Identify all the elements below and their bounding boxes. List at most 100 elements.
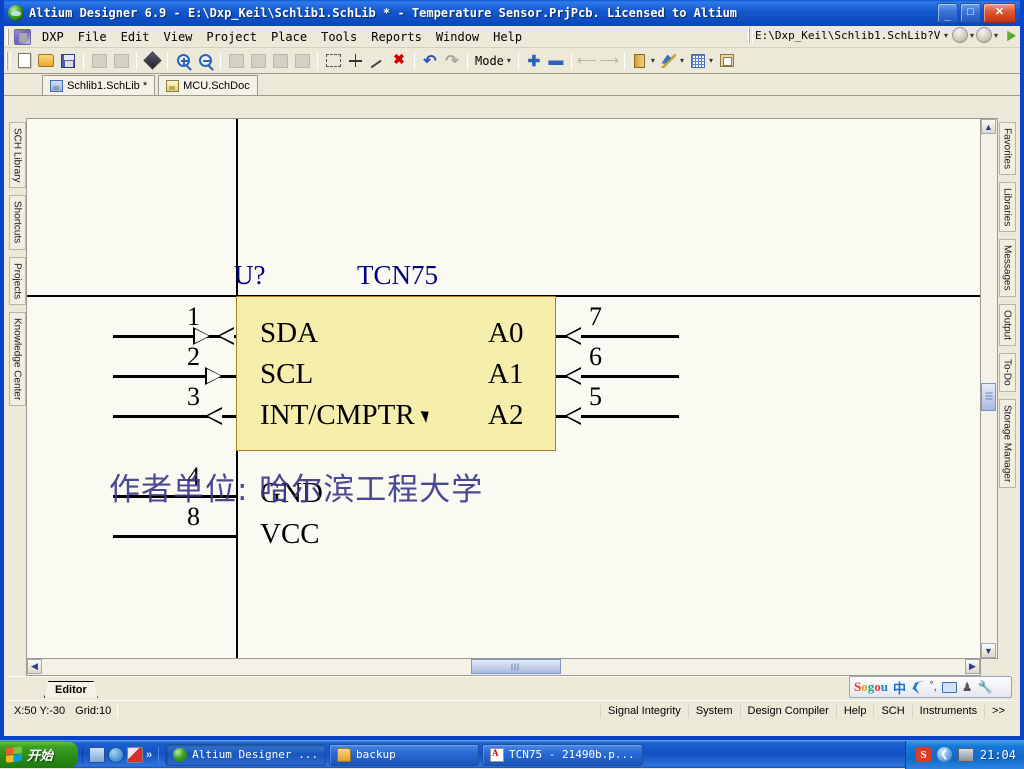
menu-item-tools[interactable]: Tools <box>314 28 364 46</box>
settings-wrench-icon[interactable]: 🔧 <box>977 680 992 694</box>
address-grip-handle[interactable] <box>748 27 753 43</box>
status-overflow-button[interactable]: >> <box>984 704 1012 718</box>
messenger-tray-icon[interactable]: ❮ <box>937 747 952 762</box>
pin-number-2[interactable]: 2 <box>187 344 200 370</box>
maximize-button[interactable]: □ <box>960 3 981 23</box>
add-part-icon[interactable]: ✚ <box>523 50 545 72</box>
scroll-left-button[interactable]: ◀ <box>27 659 42 674</box>
open-device-icon[interactable] <box>141 50 163 72</box>
remove-part-icon[interactable]: ▬ <box>545 50 567 72</box>
menu-item-place[interactable]: Place <box>264 28 314 46</box>
menu-item-dxp[interactable]: DXP <box>35 28 71 46</box>
back-navigation-icon[interactable] <box>952 27 968 43</box>
address-field[interactable]: E:\Dxp_Keil\Schlib1.SchLib?View <box>755 29 940 42</box>
scroll-right-button[interactable]: ▶ <box>965 659 980 674</box>
save-icon[interactable] <box>57 50 79 72</box>
browse-home-icon[interactable] <box>1000 28 1016 43</box>
tab-mcu-schdoc[interactable]: MCU.SchDoc <box>158 75 258 95</box>
toolbox-icon[interactable]: ♟ <box>962 680 973 694</box>
vertical-scrollbar[interactable]: ▲ ▼ <box>981 118 998 659</box>
zoom-out-icon[interactable] <box>194 50 216 72</box>
tab-editor[interactable]: Editor <box>44 681 98 698</box>
quick-launch-more-icon[interactable]: » <box>146 749 152 761</box>
menu-item-help[interactable]: Help <box>486 28 529 46</box>
schematic-canvas[interactable]: U? TCN75 <box>26 118 981 659</box>
component-designator[interactable]: U? <box>234 260 265 291</box>
open-folder-icon[interactable] <box>35 50 57 72</box>
taskbar-item-backup[interactable]: backup <box>329 744 479 766</box>
pin-number-5[interactable]: 5 <box>589 384 602 410</box>
status-button-help[interactable]: Help <box>836 704 874 718</box>
scroll-down-button[interactable]: ▼ <box>981 643 996 658</box>
sidebar-item-sch-library[interactable]: SCH Library <box>9 122 26 188</box>
status-button-system[interactable]: System <box>688 704 740 718</box>
sidebar-item-shortcuts[interactable]: Shortcuts <box>9 195 26 249</box>
horizontal-scroll-thumb[interactable] <box>471 659 561 674</box>
show-desktop-icon[interactable] <box>89 747 105 763</box>
pin-name-a1[interactable]: A1 <box>488 360 523 389</box>
mode-dropdown-icon[interactable]: ▾ <box>507 56 514 65</box>
scroll-up-button[interactable]: ▲ <box>981 119 996 134</box>
minimize-button[interactable]: _ <box>937 3 958 23</box>
pin-number-7[interactable]: 7 <box>589 304 602 330</box>
sidebar-item-output[interactable]: Output <box>999 304 1016 346</box>
move-crosshair-icon[interactable] <box>344 50 366 72</box>
next-part-icon[interactable]: ⟶ <box>598 50 620 72</box>
pin-number-6[interactable]: 6 <box>589 344 602 370</box>
soft-keyboard-icon[interactable] <box>942 682 957 693</box>
sidebar-item-knowledge-center[interactable]: Knowledge Center <box>9 312 26 406</box>
clear-filter-icon[interactable] <box>366 50 388 72</box>
panel-icon[interactable] <box>716 50 738 72</box>
paste-special-icon[interactable] <box>291 50 313 72</box>
menu-item-window[interactable]: Window <box>429 28 486 46</box>
sidebar-item-messages[interactable]: Messages <box>999 239 1016 297</box>
status-button-signal-integrity[interactable]: Signal Integrity <box>600 704 688 718</box>
undo-icon[interactable]: ↶ <box>419 50 441 72</box>
taskbar-item-tcn75-pdf[interactable]: TCN75 - 21490b.p... <box>482 744 643 766</box>
menu-item-reports[interactable]: Reports <box>364 28 429 46</box>
sidebar-item-storage-manager[interactable]: Storage Manager <box>999 399 1016 488</box>
zoom-in-icon[interactable] <box>172 50 194 72</box>
menu-item-project[interactable]: Project <box>199 28 264 46</box>
component-library-dropdown-icon[interactable]: ▾ <box>651 56 658 65</box>
pin-number-3[interactable]: 3 <box>187 384 200 410</box>
forward-navigation-icon[interactable] <box>976 27 992 43</box>
pin-name-int-cmptr[interactable]: INT/CMPTR <box>260 401 415 430</box>
select-area-icon[interactable] <box>322 50 344 72</box>
media-player-icon[interactable] <box>127 747 143 763</box>
print-preview-icon[interactable] <box>110 50 132 72</box>
pin-wire-8[interactable] <box>113 535 236 538</box>
back-dropdown-icon[interactable]: ▾ <box>970 31 974 40</box>
print-icon[interactable] <box>88 50 110 72</box>
network-tray-icon[interactable] <box>958 748 974 762</box>
grid-dropdown-icon[interactable]: ▾ <box>709 56 716 65</box>
pin-name-a0[interactable]: A0 <box>488 319 523 348</box>
sidebar-item-projects[interactable]: Projects <box>9 257 26 305</box>
menu-item-view[interactable]: View <box>157 28 200 46</box>
punctuation-icon[interactable]: ˚, <box>930 681 937 693</box>
sidebar-item-favorites[interactable]: Favorites <box>999 122 1016 175</box>
mode-selector[interactable]: Mode <box>472 54 507 68</box>
menu-grip-handle[interactable] <box>6 29 11 45</box>
pin-name-a2[interactable]: A2 <box>488 401 523 430</box>
pin-name-scl[interactable]: SCL <box>260 360 313 389</box>
status-button-sch[interactable]: SCH <box>873 704 911 718</box>
copy-icon[interactable] <box>247 50 269 72</box>
ime-mode-chinese[interactable]: 中 <box>893 678 906 697</box>
status-button-design-compiler[interactable]: Design Compiler <box>740 704 836 718</box>
address-dropdown-icon[interactable]: ▾ <box>942 31 950 40</box>
start-button[interactable]: 开始 <box>0 742 78 768</box>
menu-item-edit[interactable]: Edit <box>114 28 157 46</box>
component-library-icon[interactable] <box>629 50 651 72</box>
taskbar-item-altium[interactable]: Altium Designer ... <box>165 744 326 766</box>
toolbar-grip-handle[interactable] <box>6 52 11 70</box>
prev-part-icon[interactable]: ⟵ <box>576 50 598 72</box>
close-button[interactable]: ✕ <box>983 3 1016 23</box>
component-name[interactable]: TCN75 <box>357 260 438 291</box>
moon-icon[interactable] <box>911 680 925 694</box>
draw-tools-dropdown-icon[interactable]: ▾ <box>680 56 687 65</box>
horizontal-scrollbar[interactable]: ◀ ▶ <box>26 659 981 676</box>
cut-icon[interactable] <box>225 50 247 72</box>
status-button-instruments[interactable]: Instruments <box>912 704 984 718</box>
draw-tools-icon[interactable] <box>658 50 680 72</box>
